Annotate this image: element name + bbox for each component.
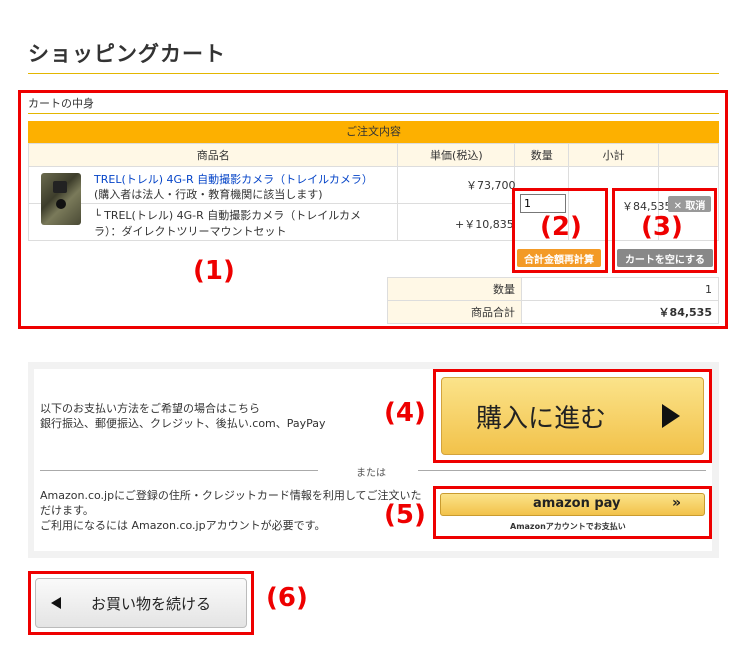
standard-payment-text: 以下のお支払い方法をご希望の場合はこちら 銀行振込、郵便振込、クレジット、後払い… [40, 401, 326, 431]
annotation-label-4: (4) [384, 398, 426, 428]
summary-table: 数量 1 商品合計 ￥84,535 [387, 277, 719, 324]
amazon-payment-text: Amazon.co.jpにご登録の住所・クレジットカード情報を利用してご注文いた… [40, 488, 430, 533]
cart-heading: カートの中身 [28, 97, 94, 110]
summary-qty-label: 数量 [387, 277, 522, 301]
product-name-link[interactable]: TREL(トレル) 4G-R 自動撮影カメラ（トレイルカメラ） [94, 171, 373, 187]
recalculate-button[interactable]: 合計金額再計算 [517, 249, 601, 267]
play-arrow-icon [662, 404, 680, 428]
unit-price: ￥73,700 [466, 179, 516, 192]
or-divider-left [40, 470, 318, 471]
summary-total-value: ￥84,535 [521, 300, 719, 324]
option-price: +￥10,835 [455, 218, 514, 231]
standard-payment-line-1: 以下のお支払い方法をご希望の場合はこちら [40, 402, 260, 415]
quantity-input[interactable] [520, 194, 566, 213]
amazon-payment-line-1: Amazon.co.jpにご登録の住所・クレジットカード情報を利用してご注文いた… [40, 489, 422, 517]
or-divider-right [418, 470, 706, 471]
amazon-payment-line-2: ご利用になるには Amazon.co.jpアカウントが必要です。 [40, 519, 326, 532]
col-unit-price: 単価(税込) [397, 143, 516, 167]
table-row: 商品合計 ￥84,535 [387, 300, 719, 324]
cancel-item-button[interactable]: ✕ 取消 [668, 196, 711, 212]
col-product: 商品名 [27, 143, 399, 167]
annotation-label-1: (1) [193, 256, 235, 286]
summary-total-label: 商品合計 [387, 300, 522, 324]
standard-payment-line-2: 銀行振込、郵便振込、クレジット、後払い.com、PayPay [40, 417, 326, 430]
annotation-label-3: (3) [641, 212, 683, 242]
product-option: └ TREL(トレル) 4G-R 自動撮影カメラ（トレイルカメラ）：ダイレクトツ… [94, 209, 361, 238]
product-note: (購入者は法人・行政・教育機関に該当します) [94, 188, 323, 201]
page-title: ショッピングカート [28, 42, 226, 66]
table-row: 数量 1 [387, 277, 719, 301]
back-arrow-icon [51, 597, 61, 609]
annotation-label-6: (6) [266, 583, 308, 613]
amazon-pay-logo: amazon pay [533, 496, 621, 511]
continue-shopping-button[interactable]: お買い物を続ける [35, 578, 247, 628]
title-divider [28, 73, 719, 74]
col-subtotal: 小計 [568, 143, 660, 167]
order-contents-bar: ご注文内容 [28, 121, 719, 143]
double-chevron-right-icon: » [672, 495, 682, 511]
annotation-label-5: (5) [384, 500, 426, 530]
cart-heading-divider [28, 113, 719, 114]
summary-qty-value: 1 [521, 277, 719, 301]
or-separator: または [356, 468, 386, 479]
col-qty: 数量 [514, 143, 570, 167]
annotation-label-2: (2) [540, 212, 582, 242]
product-thumbnail[interactable] [41, 173, 81, 225]
col-actions [658, 143, 719, 167]
empty-cart-button[interactable]: カートを空にする [617, 249, 713, 267]
cart-table-header: 商品名 単価(税込) 数量 小計 [27, 143, 719, 167]
amazon-pay-caption: Amazonアカウントでお支払い [510, 522, 626, 531]
